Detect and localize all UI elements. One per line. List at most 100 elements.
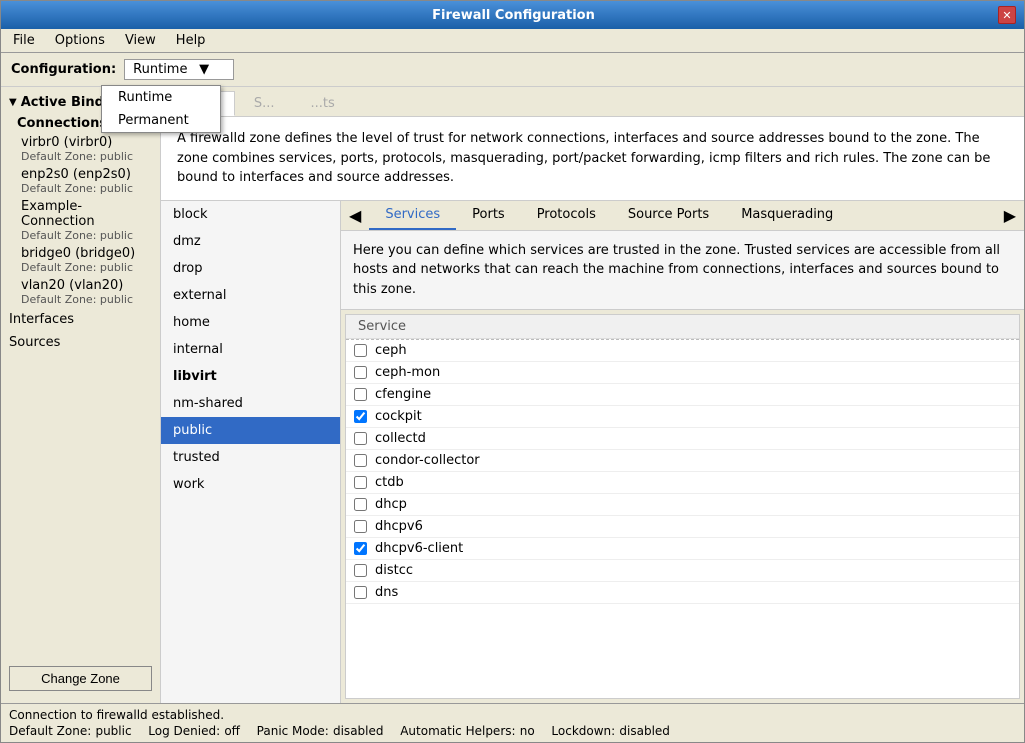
service-ceph-mon: ceph-mon <box>346 362 1019 384</box>
service-dhcp: dhcp <box>346 494 1019 516</box>
service-dns-label: dns <box>375 585 398 600</box>
sidebar-item-example-conn[interactable]: Example-Connection Default Zone: public <box>1 197 160 244</box>
services-tab-services[interactable]: Services <box>369 201 456 230</box>
service-condor-collector-checkbox[interactable] <box>354 454 367 467</box>
service-dhcp-checkbox[interactable] <box>354 498 367 511</box>
sidebar-item-enp2s0[interactable]: enp2s0 (enp2s0) Default Zone: public <box>1 165 160 197</box>
zone-dmz[interactable]: dmz <box>161 228 340 255</box>
menu-bar: File Options View Help <box>1 29 1024 53</box>
services-list-container: Service ceph ceph-mon cfe <box>345 314 1020 699</box>
service-ceph-mon-checkbox[interactable] <box>354 366 367 379</box>
service-dhcpv6: dhcpv6 <box>346 516 1019 538</box>
service-dhcpv6-client: dhcpv6-client <box>346 538 1019 560</box>
zone-internal[interactable]: internal <box>161 336 340 363</box>
service-distcc-checkbox[interactable] <box>354 564 367 577</box>
zone-block[interactable]: block <box>161 201 340 228</box>
zone-panel: block dmz drop external home internal li… <box>161 201 1024 704</box>
default-zone-value: public <box>95 724 131 738</box>
services-tabs-bar: ◀ Services Ports Protocols Source Ports … <box>341 201 1024 231</box>
auto-helpers-value: no <box>520 724 535 738</box>
close-button[interactable]: ✕ <box>998 6 1016 24</box>
dropdown-arrow-icon: ▼ <box>199 62 209 77</box>
lockdown-label: Lockdown: <box>551 724 615 738</box>
service-cfengine-checkbox[interactable] <box>354 388 367 401</box>
services-tab-ports[interactable]: Ports <box>456 201 521 230</box>
bridge0-name: bridge0 (bridge0) <box>21 246 135 261</box>
zone-public[interactable]: public <box>161 417 340 444</box>
lockdown-value: disabled <box>619 724 670 738</box>
service-dns-checkbox[interactable] <box>354 586 367 599</box>
connections-heading: Connections <box>17 116 107 131</box>
zone-home[interactable]: home <box>161 309 340 336</box>
config-bar: Configuration: Runtime ▼ Runtime Permane… <box>1 53 1024 87</box>
auto-helpers-label: Automatic Helpers: <box>400 724 515 738</box>
zone-drop[interactable]: drop <box>161 255 340 282</box>
log-denied-label: Log Denied: <box>148 724 220 738</box>
service-dhcpv6-label: dhcpv6 <box>375 519 423 534</box>
services-description: Here you can define which services are t… <box>341 231 1024 311</box>
dropdown-permanent[interactable]: Permanent <box>102 109 220 132</box>
panic-mode-value: disabled <box>333 724 384 738</box>
sidebar-item-vlan20[interactable]: vlan20 (vlan20) Default Zone: public <box>1 276 160 308</box>
services-tab-prev-icon[interactable]: ◀ <box>341 202 369 229</box>
example-conn-name: Example-Connection <box>21 199 95 229</box>
service-condor-collector: condor-collector <box>346 450 1019 472</box>
zone-external[interactable]: external <box>161 282 340 309</box>
service-dhcpv6-client-checkbox[interactable] <box>354 542 367 555</box>
service-collectd-checkbox[interactable] <box>354 432 367 445</box>
right-panel: Zones S... ...ts A firewalld zone define… <box>161 87 1024 703</box>
services-tab-protocols[interactable]: Protocols <box>521 201 612 230</box>
service-ceph-checkbox[interactable] <box>354 344 367 357</box>
menu-options[interactable]: Options <box>47 31 113 50</box>
config-dropdown[interactable]: Runtime ▼ <box>124 59 234 80</box>
vlan20-name: vlan20 (vlan20) <box>21 278 123 293</box>
service-ctdb-checkbox[interactable] <box>354 476 367 489</box>
dropdown-runtime[interactable]: Runtime <box>102 86 220 109</box>
bridge0-zone: Default Zone: public <box>21 261 144 274</box>
menu-help[interactable]: Help <box>168 31 214 50</box>
service-ctdb: ctdb <box>346 472 1019 494</box>
services-tab-source-ports[interactable]: Source Ports <box>612 201 725 230</box>
menu-view[interactable]: View <box>117 31 164 50</box>
service-ctdb-label: ctdb <box>375 475 404 490</box>
service-collectd: collectd <box>346 428 1019 450</box>
service-dhcpv6-checkbox[interactable] <box>354 520 367 533</box>
config-dropdown-popup: Runtime Permanent <box>101 85 221 133</box>
title-bar: Firewall Configuration ✕ <box>1 1 1024 29</box>
sidebar-item-virbr0[interactable]: virbr0 (virbr0) Default Zone: public <box>1 133 160 165</box>
zone-list: block dmz drop external home internal li… <box>161 201 341 704</box>
service-ceph-label: ceph <box>375 343 407 358</box>
sidebar: ▼ Active Bindings Connections virbr0 (vi… <box>1 87 161 703</box>
service-dhcp-label: dhcp <box>375 497 407 512</box>
services-tab-masquerading[interactable]: Masquerading <box>725 201 849 230</box>
service-ceph-mon-label: ceph-mon <box>375 365 440 380</box>
virbr0-zone: Default Zone: public <box>21 150 144 163</box>
service-distcc-label: distcc <box>375 563 413 578</box>
main-tabs-bar: Zones S... ...ts <box>161 87 1024 117</box>
service-cockpit-checkbox[interactable] <box>354 410 367 423</box>
services-list-header: Service <box>346 315 1019 339</box>
interfaces-label[interactable]: Interfaces <box>1 308 160 331</box>
services-tab-next-icon[interactable]: ▶ <box>996 202 1024 229</box>
status-connection: Connection to firewalld established. <box>9 708 1016 722</box>
zone-libvirt[interactable]: libvirt <box>161 363 340 390</box>
default-zone-label: Default Zone: <box>9 724 91 738</box>
status-bar: Connection to firewalld established. Def… <box>1 703 1024 742</box>
service-cfengine: cfengine <box>346 384 1019 406</box>
service-collectd-label: collectd <box>375 431 426 446</box>
status-details: Default Zone: public Log Denied: off Pan… <box>9 724 1016 738</box>
sidebar-item-bridge0[interactable]: bridge0 (bridge0) Default Zone: public <box>1 244 160 276</box>
zone-trusted[interactable]: trusted <box>161 444 340 471</box>
menu-file[interactable]: File <box>5 31 43 50</box>
sources-label[interactable]: Sources <box>1 331 160 354</box>
tab-ports-main[interactable]: ...ts <box>294 91 352 116</box>
service-condor-collector-label: condor-collector <box>375 453 480 468</box>
service-dns: dns <box>346 582 1019 604</box>
tab-services-main[interactable]: S... <box>237 91 292 116</box>
change-zone-button[interactable]: Change Zone <box>9 666 152 691</box>
vlan20-zone: Default Zone: public <box>21 293 144 306</box>
zone-nm-shared[interactable]: nm-shared <box>161 390 340 417</box>
sidebar-bottom: Change Zone <box>1 658 160 699</box>
main-content: ▼ Active Bindings Connections virbr0 (vi… <box>1 87 1024 703</box>
zone-work[interactable]: work <box>161 471 340 498</box>
